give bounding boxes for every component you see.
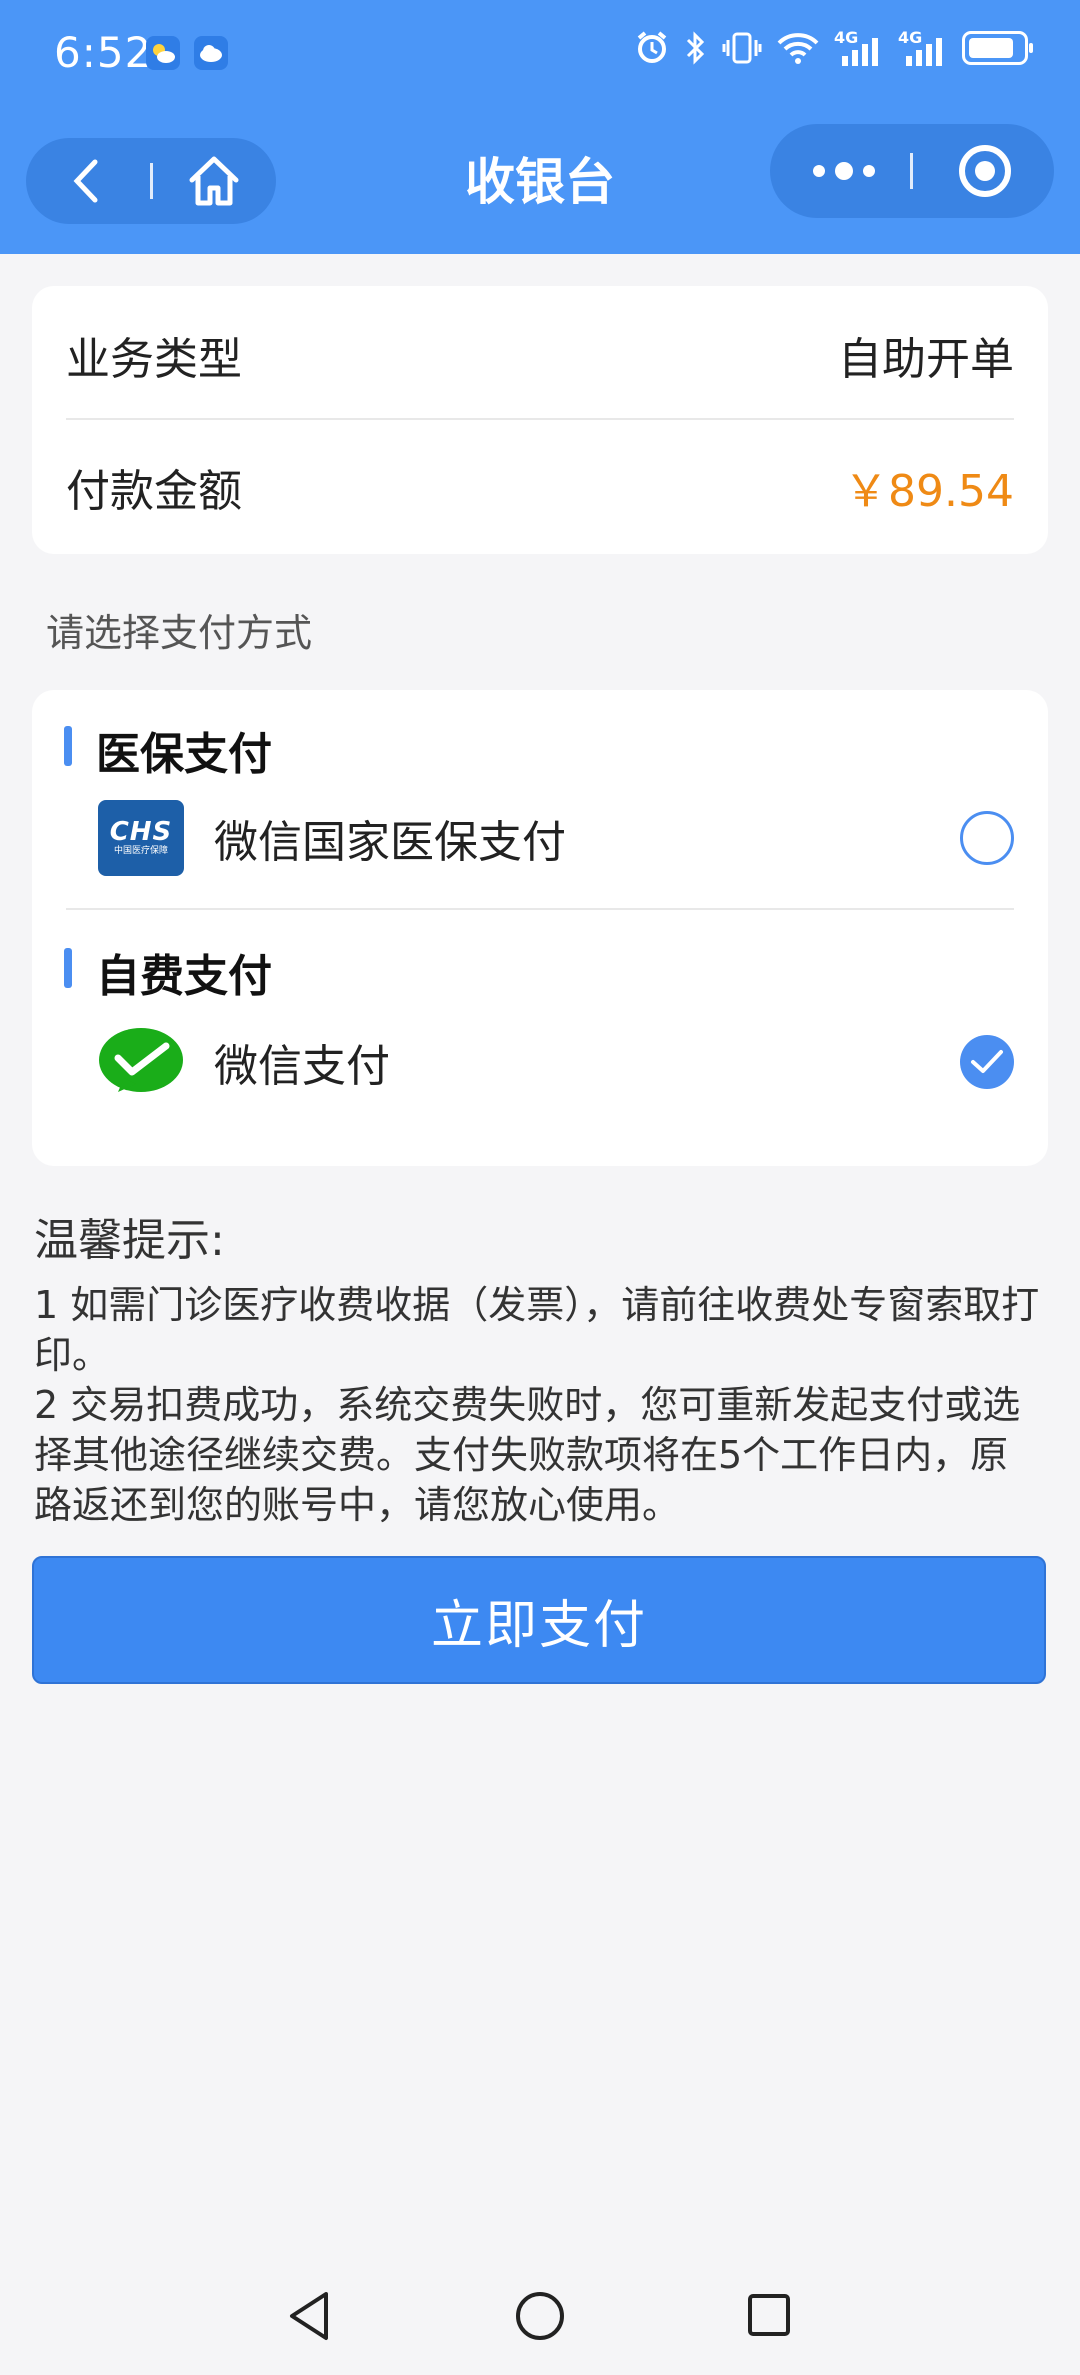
tips-section: 温馨提示: 1 如需门诊医疗收费收据（发票），请前往收费处专窗索取打印。 2 交… xyxy=(34,1204,1044,1530)
capsule-divider xyxy=(910,153,913,189)
nav-home-icon[interactable] xyxy=(514,2290,566,2342)
nav-back-icon[interactable] xyxy=(286,2290,334,2342)
status-right-icons: 4G 4G xyxy=(634,28,1033,66)
header: 6:52 4G 4G 收银台 xyxy=(0,0,1080,254)
more-dots-icon xyxy=(813,162,875,180)
section-title-insurance: 医保支付 xyxy=(96,729,272,780)
vibrate-icon xyxy=(722,32,762,64)
pay-now-button[interactable]: 立即支付 xyxy=(32,1556,1046,1684)
payment-option-label: 微信国家医保支付 xyxy=(214,817,566,868)
tips-line-2: 2 交易扣费成功，系统交费失败时，您可重新发起支付或选择其他途径继续交费。支付失… xyxy=(34,1383,1021,1527)
payment-option-wechat[interactable]: 微信支付 xyxy=(98,1018,1014,1106)
payment-amount-value: ￥89.54 xyxy=(844,466,1014,517)
status-notification-icons xyxy=(146,36,228,70)
cellular-signal-2: 4G xyxy=(898,28,948,66)
bluetooth-icon xyxy=(686,31,705,65)
business-type-row: 业务类型 自助开单 xyxy=(66,322,1014,388)
radio-checked[interactable] xyxy=(960,1035,1014,1089)
divider xyxy=(66,418,1014,420)
weather-sun-icon xyxy=(146,36,180,70)
radio-unchecked[interactable] xyxy=(960,811,1014,865)
wifi-icon xyxy=(777,33,819,64)
close-miniapp-button[interactable] xyxy=(940,138,1030,204)
status-time: 6:52 xyxy=(54,28,153,77)
cellular-signal-1: 4G xyxy=(834,28,884,66)
payment-option-label: 微信支付 xyxy=(214,1041,390,1092)
business-type-value: 自助开单 xyxy=(838,334,1014,385)
section-title-self-pay: 自费支付 xyxy=(96,951,272,1002)
divider xyxy=(66,908,1014,910)
wechat-pay-logo xyxy=(98,1024,184,1100)
payment-option-insurance[interactable]: CHS 中国医疗保障 微信国家医保支付 xyxy=(98,794,1014,882)
chs-logo: CHS 中国医疗保障 xyxy=(98,800,184,876)
section-accent-bar xyxy=(64,948,72,988)
payment-amount-label: 付款金额 xyxy=(66,466,242,517)
chs-logo-text: CHS xyxy=(109,817,173,847)
payment-amount-row: 付款金额 ￥89.54 xyxy=(66,454,1014,520)
payment-method-prompt: 请选择支付方式 xyxy=(46,611,313,655)
nav-capsule-right xyxy=(770,124,1054,218)
weather-cloud-icon xyxy=(194,36,228,70)
more-button[interactable] xyxy=(794,140,894,202)
checkmark-icon xyxy=(971,1050,1003,1073)
battery-icon xyxy=(962,31,1033,65)
nav-recents-icon[interactable] xyxy=(746,2292,792,2338)
alarm-icon xyxy=(637,31,667,63)
order-info-card: 业务类型 自助开单 付款金额 ￥89.54 xyxy=(32,286,1048,554)
tips-line-1: 1 如需门诊医疗收费收据（发票），请前往收费处专窗索取打印。 xyxy=(34,1283,1040,1377)
chs-logo-subtext: 中国医疗保障 xyxy=(113,846,168,856)
system-nav-bar xyxy=(0,2280,1080,2350)
section-accent-bar xyxy=(64,726,72,766)
tips-title: 温馨提示: xyxy=(34,1215,225,1266)
business-type-label: 业务类型 xyxy=(66,334,242,385)
target-circle-icon xyxy=(959,145,1011,197)
payment-method-card: 医保支付 CHS 中国医疗保障 微信国家医保支付 自费支付 微信支付 xyxy=(32,690,1048,1166)
